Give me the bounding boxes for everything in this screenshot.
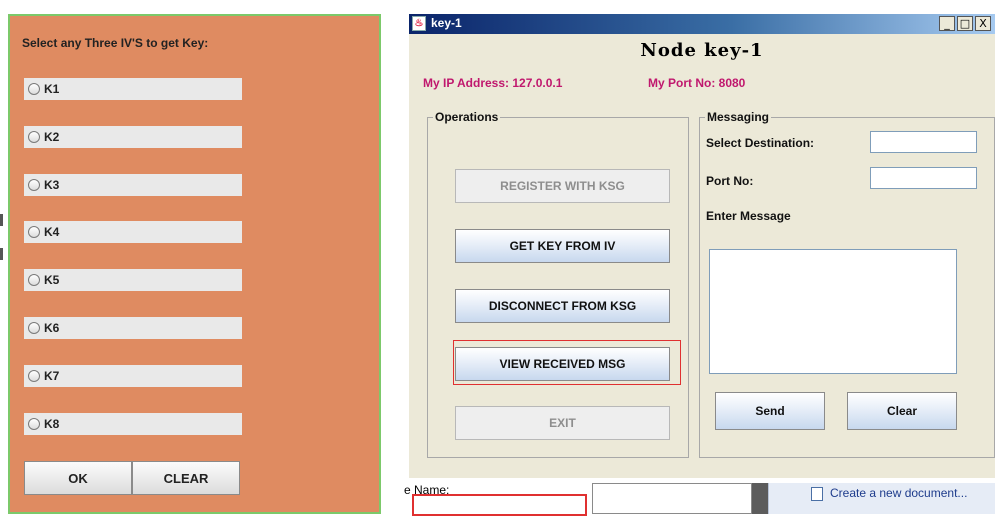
iv-option-k5[interactable]: K5	[24, 269, 242, 291]
message-label: Enter Message	[706, 209, 791, 223]
iv-option-label: K8	[44, 417, 60, 431]
operations-group: Operations REGISTER WITH KSG GET KEY FRO…	[427, 110, 689, 458]
disconnect-from-ksg-button[interactable]: DISCONNECT FROM KSG	[455, 289, 670, 323]
radio-button-icon[interactable]	[28, 274, 40, 286]
iv-option-k2[interactable]: K2	[24, 126, 242, 148]
iv-option-k4[interactable]: K4	[24, 221, 242, 243]
ok-button[interactable]: OK	[24, 461, 132, 495]
window-edge-mark	[0, 214, 3, 226]
radio-button-icon[interactable]	[28, 226, 40, 238]
clear-message-button[interactable]: Clear	[847, 392, 957, 430]
title-bar[interactable]: ♨ key-1 _ □ X	[409, 14, 995, 34]
destination-input[interactable]	[870, 131, 977, 153]
iv-option-label: K7	[44, 369, 60, 383]
background-splitter	[752, 483, 768, 514]
node-heading: Node key-1	[640, 40, 764, 61]
iv-option-k6[interactable]: K6	[24, 317, 242, 339]
iv-button-bar: OK CLEAR	[24, 461, 240, 495]
radio-button-icon[interactable]	[28, 370, 40, 382]
port-input[interactable]	[870, 167, 977, 189]
radio-button-icon[interactable]	[28, 83, 40, 95]
radio-button-icon[interactable]	[28, 322, 40, 334]
background-name-input[interactable]	[412, 494, 587, 516]
view-received-msg-button[interactable]: VIEW RECEIVED MSG	[455, 347, 670, 381]
messaging-group: Messaging Select Destination: Port No: E…	[699, 110, 995, 458]
port-number-label: My Port No: 8080	[648, 76, 746, 90]
iv-selection-window: Select any Three IV'S to get Key: K1 K2 …	[8, 14, 381, 514]
radio-button-icon[interactable]	[28, 179, 40, 191]
get-key-from-iv-button[interactable]: GET KEY FROM IV	[455, 229, 670, 263]
java-icon: ♨	[412, 16, 426, 31]
minimize-icon[interactable]: _	[939, 16, 955, 31]
close-icon[interactable]: X	[975, 16, 991, 31]
background-panel	[592, 483, 752, 514]
iv-option-label: K1	[44, 82, 60, 96]
message-textarea[interactable]	[709, 249, 957, 374]
node-window: ♨ key-1 _ □ X Node key-1 My IP Address: …	[409, 14, 995, 478]
exit-button[interactable]: EXIT	[455, 406, 670, 440]
iv-option-k1[interactable]: K1	[24, 78, 242, 100]
messaging-title: Messaging	[705, 110, 772, 124]
radio-button-icon[interactable]	[28, 131, 40, 143]
iv-option-label: K2	[44, 130, 60, 144]
window-edge-mark	[0, 248, 3, 260]
port-label: Port No:	[706, 174, 754, 188]
iv-option-k3[interactable]: K3	[24, 174, 242, 196]
iv-option-label: K6	[44, 321, 60, 335]
iv-option-label: K4	[44, 225, 60, 239]
clear-button[interactable]: CLEAR	[132, 461, 240, 495]
document-icon	[811, 487, 823, 501]
maximize-icon[interactable]: □	[957, 16, 973, 31]
window-title: key-1	[431, 16, 462, 30]
radio-button-icon[interactable]	[28, 418, 40, 430]
operations-title: Operations	[433, 110, 501, 124]
iv-prompt-label: Select any Three IV'S to get Key:	[22, 36, 209, 50]
create-document-link[interactable]: Create a new document...	[830, 486, 967, 500]
iv-option-label: K5	[44, 273, 60, 287]
register-with-ksg-button[interactable]: REGISTER WITH KSG	[455, 169, 670, 203]
send-button[interactable]: Send	[715, 392, 825, 430]
iv-option-k7[interactable]: K7	[24, 365, 242, 387]
ip-address-label: My IP Address: 127.0.0.1	[423, 76, 563, 90]
iv-option-label: K3	[44, 178, 60, 192]
iv-option-k8[interactable]: K8	[24, 413, 242, 435]
destination-label: Select Destination:	[706, 136, 815, 150]
